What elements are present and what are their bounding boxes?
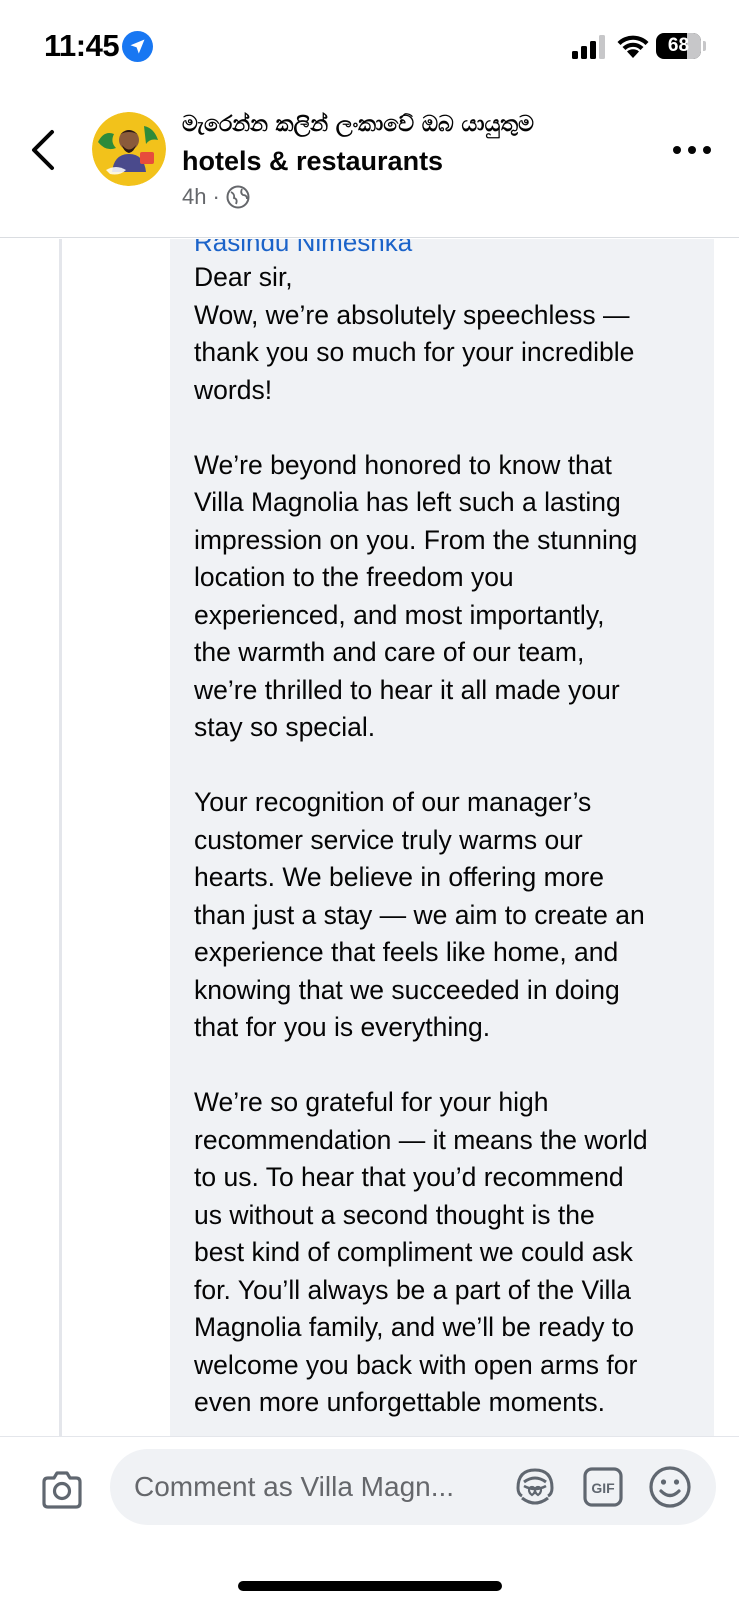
comment-line: that for you is everything. — [194, 1012, 491, 1042]
camera-icon[interactable] — [40, 1470, 84, 1510]
comment-line: words! — [194, 374, 273, 405]
comment-thread[interactable]: Rasindu Nimeshka Dear sir, Wow, we’re abs… — [0, 239, 739, 1436]
comment-line: Your recognition of our manager’s — [194, 787, 592, 817]
comment-line: experience that feels like home, and — [194, 937, 619, 967]
post-age[interactable]: 4h — [182, 184, 206, 210]
more-dots-icon[interactable] — [672, 142, 712, 158]
status-bar: 11:45 68 — [0, 0, 739, 92]
comment-line: hearts. We believe in offering more — [194, 862, 604, 892]
globe-icon — [226, 185, 250, 209]
comment-line: We’re beyond honored to know that — [194, 449, 612, 480]
comment-author-link[interactable]: Rasindu Nimeshka — [194, 239, 412, 259]
comment-line: We’re so grateful for your high — [194, 1087, 549, 1117]
comment-composer-bar: Comment as Villa Magn... GIF — [0, 1436, 739, 1600]
post-header: මැරෙන්න කලින් ලංකාවේ ඔබ යායුතුම hotels &… — [0, 92, 739, 238]
thread-connector-line — [59, 239, 62, 1436]
meta-separator: · — [212, 184, 220, 209]
battery-body: 68 — [656, 33, 701, 59]
comment-line: best kind of compliment we could ask — [194, 1237, 633, 1267]
comment-text: Dear sir, Wow, we’re absolutely speechles… — [194, 259, 704, 1422]
gif-icon[interactable]: GIF — [582, 1466, 624, 1508]
comment-line: even more unforgettable moments. — [194, 1387, 605, 1417]
comment-line: welcome you back with open arms for — [194, 1349, 638, 1380]
comment-input[interactable]: Comment as Villa Magn... GIF — [110, 1449, 716, 1525]
comment-input-placeholder: Comment as Villa Magn... — [134, 1471, 455, 1502]
comment-line: than just a stay — we aim to create an — [194, 899, 645, 930]
cellular-signal-icon — [572, 35, 605, 59]
comment-line: Dear sir, — [194, 262, 293, 292]
comment-line: stay so special. — [194, 712, 376, 742]
post-meta: 4h · — [182, 184, 652, 210]
post-title-sinhala[interactable]: මැරෙන්න කලින් ලංකාවේ ඔබ යායුතුම — [182, 110, 652, 140]
comment-line: us without a second thought is the — [194, 1199, 595, 1230]
comment-line: experienced, and most importantly, — [194, 599, 605, 630]
comment-line: knowing that we succeeded in doing — [194, 974, 620, 1005]
back-chevron-icon[interactable] — [24, 128, 64, 172]
avatar-sticker-icon[interactable] — [512, 1464, 558, 1510]
comment-line: location to the freedom you — [194, 562, 514, 592]
comment-line: Wow, we’re absolutely speechless — — [194, 299, 630, 330]
post-title-english[interactable]: hotels & restaurants — [182, 142, 652, 180]
wifi-icon — [617, 35, 649, 58]
comment-line: recommendation — it means the world — [194, 1124, 648, 1155]
comment-line: thank you so much for your incredible — [194, 337, 635, 367]
comment-line: Magnolia family, and we’ll be ready to — [194, 1312, 634, 1342]
comment-line: to us. To hear that you’d recommend — [194, 1162, 624, 1192]
comment-line: for. You’ll always be a part of the Vill… — [194, 1274, 632, 1305]
comment-line: we’re thrilled to hear it all made your — [194, 674, 620, 705]
battery-percent: 68 — [667, 35, 690, 56]
avatar[interactable] — [92, 112, 166, 186]
home-indicator[interactable] — [238, 1581, 502, 1591]
battery-cap — [703, 41, 706, 51]
post-title-block: මැරෙන්න කලින් ලංකාවේ ඔබ යායුතුම hotels &… — [182, 110, 652, 210]
comment-line: the warmth and care of our team, — [194, 637, 585, 667]
status-time: 11:45 — [44, 28, 120, 63]
comment-line: Villa Magnolia has left such a lasting — [194, 487, 621, 517]
gif-icon-label: GIF — [591, 1480, 615, 1496]
emoji-icon[interactable] — [648, 1465, 692, 1509]
location-arrow-icon — [122, 31, 153, 62]
comment-line: impression on you. From the stunning — [194, 524, 638, 555]
battery-icon: 68 — [656, 33, 706, 59]
comment-line: customer service truly warms our — [194, 824, 583, 855]
